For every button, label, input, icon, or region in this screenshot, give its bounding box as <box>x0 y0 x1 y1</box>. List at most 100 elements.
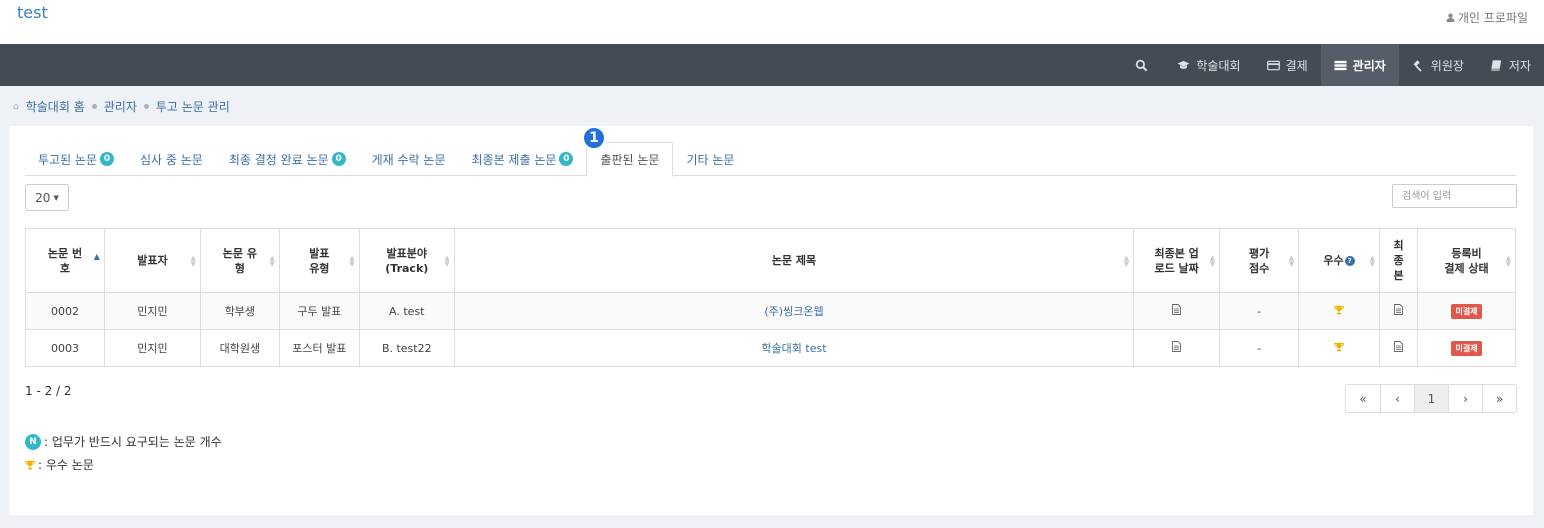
result-summary: 1 - 2 / 2 <box>25 384 72 398</box>
tab-label: 게재 수락 논문 <box>371 152 446 167</box>
nav-search-button[interactable] <box>1119 44 1164 86</box>
sort-icon: ▲ ▼ <box>1288 254 1295 268</box>
cell-paper-type: 대학원생 <box>199 329 280 367</box>
cell-presenter: 민지민 <box>103 292 201 330</box>
nav-item-admin[interactable]: 관리자 <box>1320 44 1399 86</box>
count-badge: 0 <box>331 152 346 166</box>
next-page-button[interactable]: › <box>1448 385 1482 412</box>
admin-list-icon <box>1334 60 1347 70</box>
nav-label: 관리자 <box>1352 58 1386 73</box>
cell-final-version <box>1379 329 1418 367</box>
paper-tabs: 투고된 논문 0 심사 중 논문 최종 결정 완료 논문 0 게재 수락 논문 … <box>25 142 1516 177</box>
col-paper-no[interactable]: 논문 번 호 ▲ <box>25 228 105 293</box>
tab-final-submitted[interactable]: 최종본 제출 논문 0 <box>459 142 587 176</box>
cell-title: (주)씽크온웹 <box>453 292 1135 330</box>
cell-presentation-type: 구두 발표 <box>278 292 360 330</box>
nav-label: 저자 <box>1508 58 1531 73</box>
cell-paper-type: 학부생 <box>199 292 280 330</box>
trophy-icon <box>1334 305 1344 314</box>
nav-item-chair[interactable]: 위원장 <box>1399 44 1477 86</box>
nav-label: 위원장 <box>1430 58 1464 73</box>
user-icon <box>1446 13 1455 22</box>
count-badge: 0 <box>100 152 115 166</box>
tab-label: 최종 결정 완료 논문 <box>228 152 329 167</box>
col-final-upload-date[interactable]: 최종본 업 로드 날짜 ▲ ▼ <box>1133 228 1221 293</box>
tab-label: 심사 중 논문 <box>140 152 203 167</box>
tab-label: 기타 논문 <box>686 152 735 167</box>
cell-final-upload <box>1133 329 1221 367</box>
cell-paper-no: 0002 <box>25 292 105 330</box>
document-icon[interactable] <box>1394 304 1403 315</box>
tab-other[interactable]: 기타 논문 <box>673 142 747 176</box>
gavel-icon <box>1413 59 1422 72</box>
profile-link[interactable]: 개인 프로파일 <box>1446 9 1528 26</box>
col-presenter[interactable]: 발표자 ▲ ▼ <box>103 228 201 293</box>
col-fee-status[interactable]: 등록비 결제 상태 ▲ ▼ <box>1417 228 1516 293</box>
paper-title-link[interactable]: 학술대회 test <box>761 342 826 355</box>
legend-excellent-text: : 우수 논문 <box>38 458 94 472</box>
cell-track: A. test <box>358 292 455 330</box>
nav-item-payment[interactable]: 결제 <box>1254 44 1321 86</box>
legend-excellent: : 우수 논문 <box>25 456 94 473</box>
status-badge: 미결제 <box>1451 340 1482 356</box>
site-title[interactable]: test <box>17 3 48 22</box>
papers-table: 논문 번 호 ▲ 발표자 ▲ ▼ 논문 유 형 ▲ ▼ 발표 유형 ▲ ▼ 발표분야 (Track) ▲… <box>25 228 1516 367</box>
cell-presentation-type: 포스터 발표 <box>278 329 360 367</box>
page-size-value: 20 <box>35 190 51 205</box>
profile-label: 개인 프로파일 <box>1457 11 1528 25</box>
credit-card-icon <box>1266 60 1280 70</box>
count-badge: 0 <box>559 152 574 166</box>
first-page-button[interactable]: « <box>1346 385 1380 412</box>
document-icon[interactable] <box>1394 341 1403 352</box>
cell-fee-status: 미결제 <box>1417 329 1516 367</box>
col-presentation-type[interactable]: 발표 유형 ▲ ▼ <box>278 228 360 293</box>
page-1-button[interactable]: 1 <box>1414 385 1448 412</box>
sort-icon: ▲ ▼ <box>444 254 450 268</box>
col-final-version: 최종본 <box>1379 228 1418 293</box>
page-size-select[interactable]: 20 ▼ <box>25 184 69 211</box>
main-panel: 투고된 논문 0 심사 중 논문 최종 결정 완료 논문 0 게재 수락 논문 … <box>9 126 1533 515</box>
nav-item-conference[interactable]: 학술대회 <box>1164 44 1253 86</box>
table-header-row: 논문 번 호 ▲ 발표자 ▲ ▼ 논문 유 형 ▲ ▼ 발표 유형 ▲ ▼ 발표분야 (Track) ▲… <box>25 228 1516 293</box>
document-icon[interactable] <box>1172 341 1182 352</box>
search-input[interactable] <box>1392 184 1517 208</box>
tab-under-review[interactable]: 심사 중 논문 <box>127 142 216 176</box>
tab-accepted[interactable]: 게재 수락 논문 <box>359 142 459 176</box>
sort-icon: ▲ ▼ <box>1505 254 1511 268</box>
graduation-cap-icon <box>1177 60 1190 69</box>
sort-icon: ▲ ▼ <box>1123 254 1130 268</box>
document-icon[interactable] <box>1172 304 1182 315</box>
book-icon <box>1491 59 1502 71</box>
main-navbar: 학술대회 결제 관리자 위원장 저자 <box>0 44 1544 86</box>
legend-required: N : 업무가 반드시 요구되는 논문 개수 <box>25 433 222 450</box>
breadcrumb-separator <box>143 104 149 109</box>
table-row: 0003 민지민 대학원생 포스터 발표 B. test22 학술대회 test… <box>25 329 1516 367</box>
paper-title-link[interactable]: (주)씽크온웹 <box>764 305 823 318</box>
breadcrumb-home[interactable]: 학술대회 홈 <box>26 98 85 115</box>
cell-track: B. test22 <box>358 329 455 367</box>
top-bar: test 개인 프로파일 <box>0 0 1544 44</box>
breadcrumb-current[interactable]: 투고 논문 관리 <box>156 98 230 115</box>
sort-icon: ▲ ▼ <box>1209 254 1216 268</box>
cell-excellent <box>1298 329 1381 367</box>
col-title[interactable]: 논문 제목 ▲ ▼ <box>453 228 1135 293</box>
prev-page-button[interactable]: ‹ <box>1380 385 1414 412</box>
col-score[interactable]: 평가 점수 ▲ ▼ <box>1219 228 1300 293</box>
n-badge-icon: N <box>25 433 41 450</box>
col-paper-type[interactable]: 논문 유 형 ▲ ▼ <box>199 228 280 293</box>
cell-score: - <box>1219 292 1300 330</box>
tab-label: 투고된 논문 <box>38 152 98 167</box>
help-icon[interactable]: ? <box>1344 256 1355 266</box>
cell-fee-status: 미결제 <box>1417 292 1516 330</box>
tab-submitted[interactable]: 투고된 논문 0 <box>25 142 127 176</box>
last-page-button[interactable]: » <box>1482 385 1516 412</box>
legend-required-text: : 업무가 반드시 요구되는 논문 개수 <box>44 435 222 449</box>
breadcrumb-admin[interactable]: 관리자 <box>104 98 137 115</box>
col-track[interactable]: 발표분야 (Track) ▲ ▼ <box>358 228 455 293</box>
tab-final-decision[interactable]: 최종 결정 완료 논문 0 <box>216 142 359 176</box>
col-excellent[interactable]: 우수? ▲ ▼ <box>1298 228 1381 293</box>
nav-item-author[interactable]: 저자 <box>1477 44 1544 86</box>
sort-icon: ▲ ▼ <box>349 254 355 268</box>
sort-asc-icon: ▲ <box>93 252 100 261</box>
trophy-icon <box>1334 342 1344 351</box>
